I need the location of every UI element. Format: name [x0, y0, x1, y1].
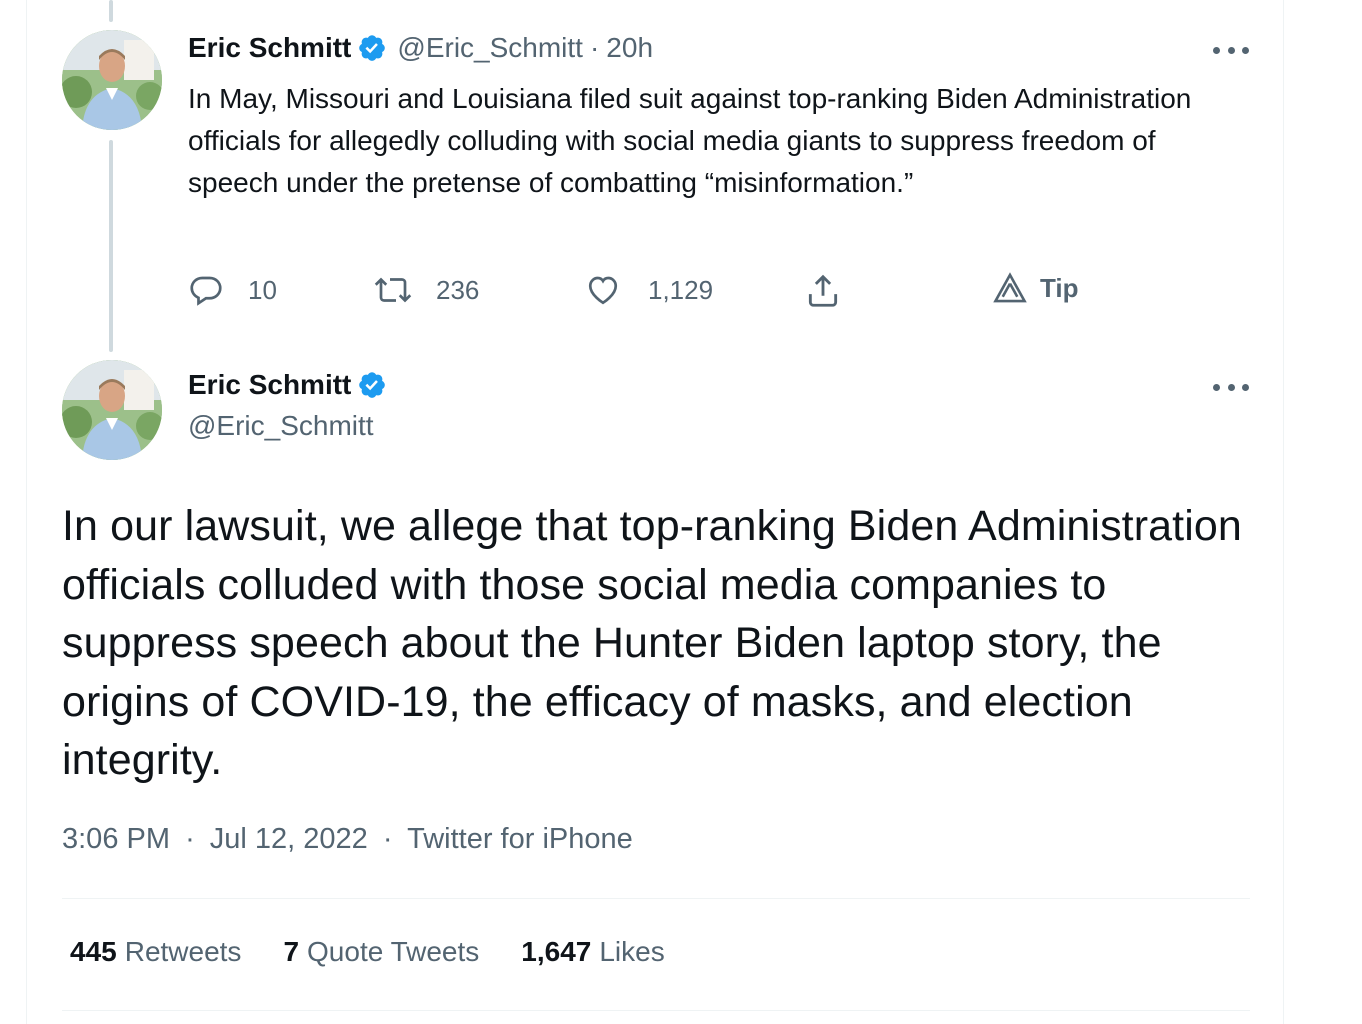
retweets-stat[interactable]: 445 Retweets [70, 936, 241, 968]
reply-button[interactable]: 10 [188, 272, 277, 308]
like-button[interactable]: 1,129 [584, 272, 713, 308]
reply-header: Eric Schmitt @Eric_Schmitt · 20h [188, 32, 653, 64]
tweet-source[interactable]: Twitter for iPhone [407, 823, 633, 855]
verified-badge-icon [359, 372, 386, 398]
likes-stat[interactable]: 1,647 Likes [521, 936, 664, 968]
separator-dot: · [382, 823, 393, 855]
share-button[interactable] [804, 272, 870, 310]
reply-icon [190, 276, 222, 306]
separator-dot: · [185, 823, 195, 855]
reply-author-name[interactable]: Eric Schmitt [188, 32, 351, 64]
main-author-handle[interactable]: @Eric_Schmitt [188, 410, 374, 442]
likes-label: Likes [599, 936, 665, 967]
tip-label: Tip [1040, 272, 1079, 303]
thread-connector [109, 140, 113, 352]
retweet-count: 236 [436, 274, 480, 305]
divider [62, 898, 1250, 899]
main-tweet-text: In our lawsuit, we allege that top-ranki… [62, 502, 1242, 784]
reply-timestamp[interactable]: 20h [606, 32, 653, 64]
engagement-stats: 445 Retweets 7 Quote Tweets 1,647 Likes [70, 936, 707, 968]
tip-button[interactable]: Tip [992, 272, 1079, 304]
reply-author-handle[interactable]: @Eric_Schmitt [397, 32, 583, 64]
quotes-label: Quote Tweets [307, 936, 480, 967]
share-icon [808, 274, 838, 307]
main-author-name[interactable]: Eric Schmitt [188, 369, 351, 401]
main-author-avatar[interactable] [62, 360, 162, 460]
quotes-count: 7 [283, 936, 300, 967]
retweets-label: Retweets [124, 936, 242, 967]
separator-dot: · [589, 32, 600, 63]
more-icon[interactable] [1213, 40, 1249, 60]
retweet-icon [374, 277, 412, 303]
retweet-button[interactable]: 236 [372, 272, 479, 308]
quote-tweets-stat[interactable]: 7 Quote Tweets [283, 936, 479, 968]
main-header: Eric Schmitt [188, 369, 397, 401]
retweets-count: 445 [70, 936, 117, 967]
thread-connector-top [109, 0, 113, 22]
likes-count: 1,647 [521, 936, 592, 967]
tip-icon [993, 272, 1027, 303]
reply-author-avatar[interactable] [62, 30, 162, 130]
verified-badge-icon [359, 35, 386, 61]
tweet-metadata: 3:06 PM · Jul 12, 2022 · Twitter for iPh… [62, 823, 633, 856]
divider [62, 1010, 1250, 1011]
tweet-time[interactable]: 3:06 PM [62, 823, 170, 855]
reply-tweet-text: In May, Missouri and Louisiana filed sui… [188, 83, 1192, 198]
like-count: 1,129 [648, 274, 714, 305]
more-icon[interactable] [1213, 377, 1249, 397]
like-icon [588, 276, 618, 305]
tweet-date[interactable]: Jul 12, 2022 [210, 823, 368, 855]
reply-count: 10 [248, 274, 277, 305]
